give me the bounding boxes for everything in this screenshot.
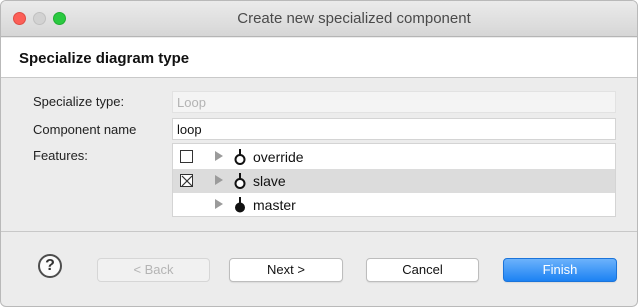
filled-node-icon (235, 197, 245, 213)
expand-arrow-icon[interactable] (215, 151, 223, 161)
specialize-type-label: Specialize type: (33, 94, 125, 109)
component-name-input[interactable]: loop (172, 118, 616, 140)
expand-arrow-icon[interactable] (215, 175, 223, 185)
back-button[interactable]: < Back (97, 258, 210, 282)
feature-label-master: master (253, 197, 296, 213)
window-title: Create new specialized component (237, 10, 471, 27)
features-tree[interactable]: override slave master (172, 143, 616, 217)
feature-checkbox-override[interactable] (180, 150, 193, 163)
finish-button[interactable]: Finish (503, 258, 617, 282)
page-header: Specialize diagram type (1, 38, 637, 78)
features-label: Features: (33, 148, 88, 163)
next-button[interactable]: Next > (229, 258, 343, 282)
feature-row-master[interactable]: master (173, 193, 615, 217)
hollow-node-icon (234, 149, 246, 165)
cancel-button[interactable]: Cancel (366, 258, 479, 282)
title-bar: Create new specialized component (1, 1, 637, 37)
specialize-type-field: Loop (172, 91, 616, 113)
dialog-window: Create new specialized component Special… (0, 0, 638, 307)
page-title: Specialize diagram type (19, 50, 190, 67)
footer-divider (1, 231, 637, 232)
feature-row-slave[interactable]: slave (173, 169, 615, 193)
feature-row-override[interactable]: override (173, 145, 615, 169)
component-name-label: Component name (33, 122, 137, 137)
feature-label-override: override (253, 149, 304, 165)
help-icon[interactable]: ? (38, 254, 62, 278)
feature-label-slave: slave (253, 173, 286, 189)
feature-checkbox-slave[interactable] (180, 174, 193, 187)
expand-arrow-icon[interactable] (215, 199, 223, 209)
hollow-node-icon (234, 173, 246, 189)
